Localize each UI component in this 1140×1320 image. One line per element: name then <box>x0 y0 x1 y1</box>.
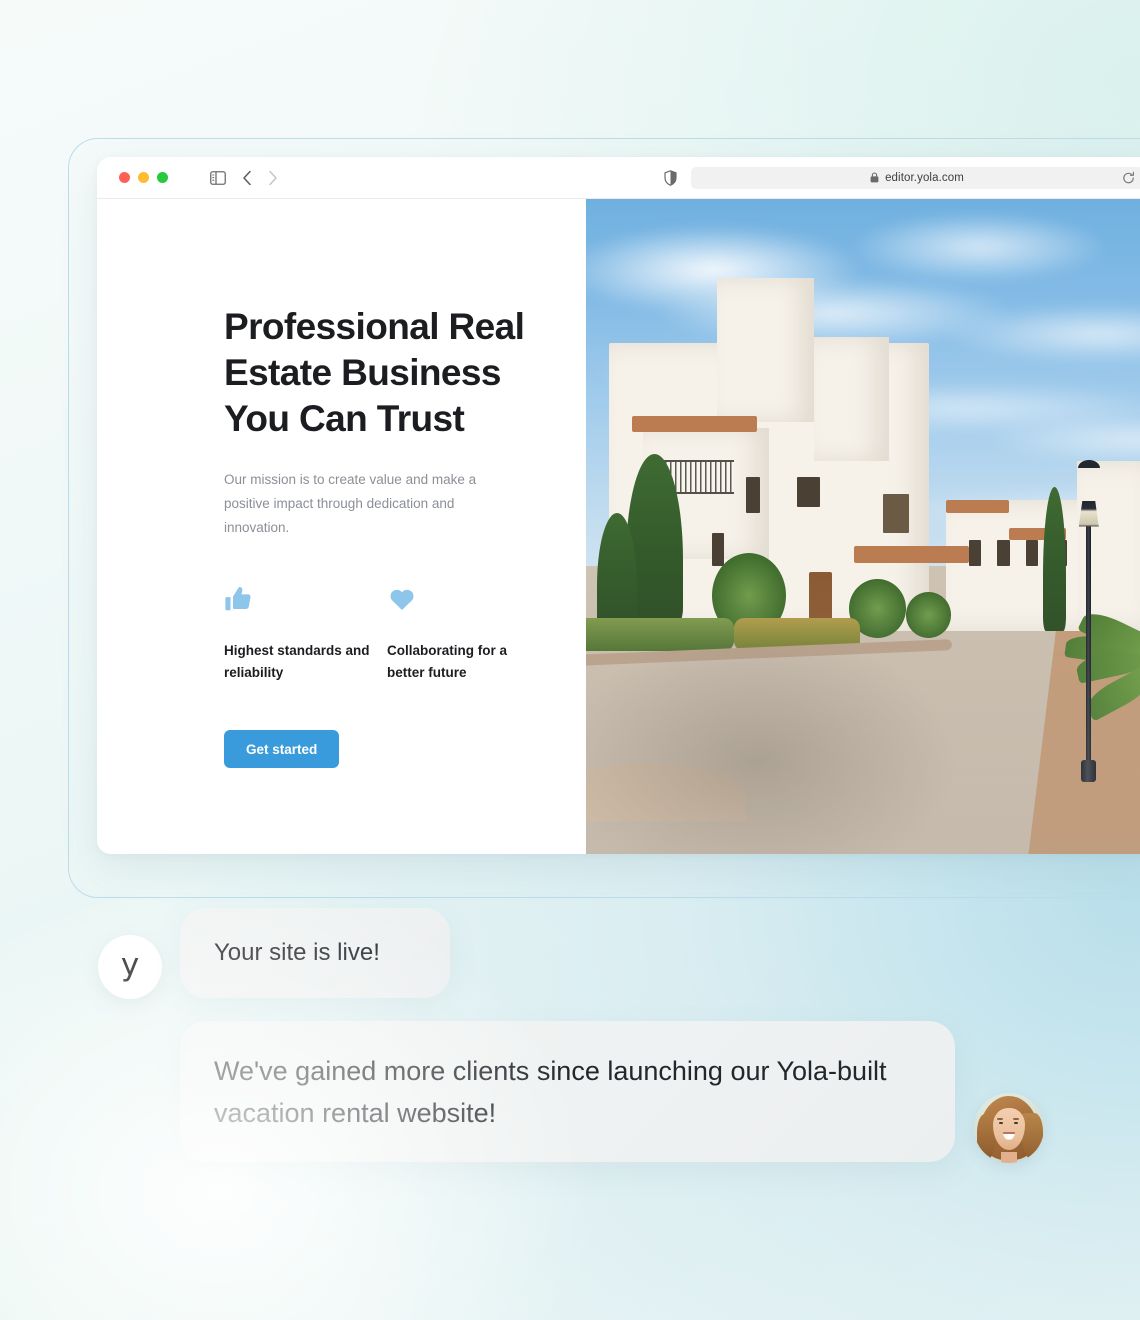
feature-list: Highest standards and reliability Collab… <box>224 584 586 684</box>
page-background: editor.yola.com Professional Real Estate… <box>0 0 1140 1320</box>
address-bar[interactable]: editor.yola.com <box>691 166 1140 189</box>
chat-bubble-customer: We've gained more clients since launchin… <box>180 1021 955 1162</box>
heart-icon <box>387 584 550 618</box>
feature-item-collaboration: Collaborating for a better future <box>387 584 550 684</box>
page-title: Professional Real Estate Business You Ca… <box>224 306 525 439</box>
cypress-tree <box>1042 487 1066 632</box>
hero-text-column: Professional Real Estate Business You Ca… <box>97 199 586 854</box>
roof-tiles <box>854 545 969 563</box>
chat-bubble-yola: Your site is live! <box>180 908 450 998</box>
lamppost-pole <box>1086 513 1092 776</box>
shuttered-window <box>882 493 909 534</box>
sidebar-toggle-icon[interactable] <box>210 170 226 185</box>
chevron-right-icon[interactable] <box>268 170 278 186</box>
window <box>997 539 1010 566</box>
window <box>745 477 760 514</box>
window-traffic-lights[interactable] <box>119 172 168 183</box>
villa-tower <box>717 277 815 422</box>
cloud <box>848 212 1109 283</box>
close-window-button[interactable] <box>119 172 130 183</box>
yola-logo-letter: y <box>120 947 140 983</box>
window <box>968 539 982 566</box>
customer-avatar <box>974 1093 1044 1163</box>
yola-logo-avatar: y <box>98 935 162 999</box>
chat-message-text: We've gained more clients since launchin… <box>214 1055 887 1128</box>
hero-photo <box>586 199 1140 854</box>
lock-icon <box>870 172 879 183</box>
site-viewport: Professional Real Estate Business You Ca… <box>97 199 1140 854</box>
feature-item-standards: Highest standards and reliability <box>224 584 387 684</box>
maximize-window-button[interactable] <box>157 172 168 183</box>
url-text: editor.yola.com <box>885 171 964 184</box>
thumbs-up-icon <box>224 584 387 618</box>
villa-upper-block <box>814 336 889 461</box>
feature-label: Highest standards and reliability <box>224 643 370 680</box>
browser-toolbar: editor.yola.com <box>97 157 1140 199</box>
window <box>797 477 821 507</box>
lamppost-base <box>1081 759 1097 782</box>
window <box>1025 539 1039 566</box>
chat-message-text: Your site is live! <box>214 938 380 966</box>
avatar-eyebrow <box>997 1118 1004 1120</box>
shrub <box>905 592 952 638</box>
avatar-hair-right <box>1021 1112 1043 1161</box>
minimize-window-button[interactable] <box>138 172 149 183</box>
reload-icon[interactable] <box>1122 171 1135 184</box>
avatar-neck <box>1000 1151 1018 1163</box>
feature-label: Collaborating for a better future <box>387 643 508 680</box>
chevron-left-icon[interactable] <box>242 170 252 186</box>
privacy-shield-icon[interactable] <box>664 169 677 186</box>
avatar-eyebrow <box>1012 1118 1019 1120</box>
browser-window: editor.yola.com Professional Real Estate… <box>97 157 1140 854</box>
hero-subtitle: Our mission is to create value and make … <box>224 472 477 535</box>
get-started-button[interactable]: Get started <box>224 730 340 768</box>
window <box>711 533 725 566</box>
roof-tiles <box>631 415 758 432</box>
roof-tiles <box>945 500 1009 514</box>
